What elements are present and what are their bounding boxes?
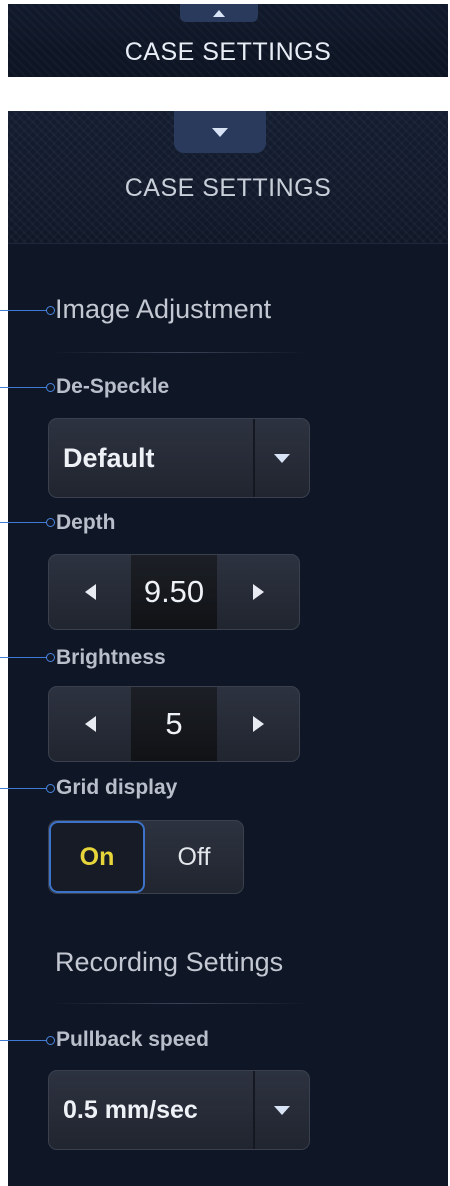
arrow-right-icon [252, 716, 264, 732]
collapsed-case-settings-bar[interactable]: CASE SETTINGS [8, 4, 448, 77]
callout-line [0, 310, 48, 311]
pullback-speed-value: 0.5 mm/sec [63, 1095, 198, 1124]
triangle-down-icon [212, 127, 228, 137]
panel-header: CASE SETTINGS [8, 111, 448, 244]
grid-off-button[interactable]: Off [145, 821, 243, 893]
depth-increment-button[interactable] [217, 555, 299, 629]
callout-line [0, 657, 48, 658]
pullback-speed-label: Pullback speed [56, 1028, 209, 1051]
callout-line [0, 522, 48, 523]
chevron-down-icon [274, 453, 290, 463]
callout-line [0, 788, 48, 789]
callout-line [0, 387, 48, 388]
depth-decrement-button[interactable] [49, 555, 131, 629]
chevron-down-icon [274, 1105, 290, 1115]
depth-stepper[interactable]: 9.50 [48, 554, 300, 630]
despeckle-value: Default [63, 442, 155, 473]
collapse-toggle-button[interactable] [174, 111, 266, 153]
callout-dot [46, 306, 55, 315]
triangle-up-icon [213, 9, 225, 17]
section-divider [50, 352, 310, 353]
arrow-left-icon [84, 584, 96, 600]
brightness-stepper[interactable]: 5 [48, 686, 300, 762]
callout-dot [46, 1036, 55, 1045]
brightness-value: 5 [131, 687, 217, 761]
expand-toggle-button[interactable] [180, 4, 258, 22]
callout-dot [46, 653, 55, 662]
recording-settings-heading: Recording Settings [55, 947, 284, 977]
dropdown-arrow-button[interactable] [253, 419, 309, 497]
callout-line [0, 1040, 48, 1041]
grid-display-label: Grid display [56, 776, 178, 799]
callout-dot [46, 383, 55, 392]
callout-dot [46, 784, 55, 793]
brightness-decrement-button[interactable] [49, 687, 131, 761]
arrow-left-icon [84, 716, 96, 732]
brightness-increment-button[interactable] [217, 687, 299, 761]
image-adjustment-heading: Image Adjustment [55, 294, 272, 324]
brightness-label: Brightness [56, 646, 166, 669]
panel-title: CASE SETTINGS [124, 174, 332, 202]
despeckle-label: De-Speckle [56, 375, 170, 398]
callout-dot [46, 518, 55, 527]
dropdown-arrow-button[interactable] [253, 1071, 309, 1149]
depth-label: Depth [56, 511, 116, 534]
collapsed-title: CASE SETTINGS [124, 38, 332, 66]
despeckle-select[interactable]: Default [48, 418, 310, 498]
grid-display-toggle: On Off [48, 820, 244, 894]
section-divider [50, 1003, 310, 1004]
grid-on-button[interactable]: On [49, 821, 145, 893]
pullback-speed-select[interactable]: 0.5 mm/sec [48, 1070, 310, 1150]
depth-value: 9.50 [131, 555, 217, 629]
arrow-right-icon [252, 584, 264, 600]
